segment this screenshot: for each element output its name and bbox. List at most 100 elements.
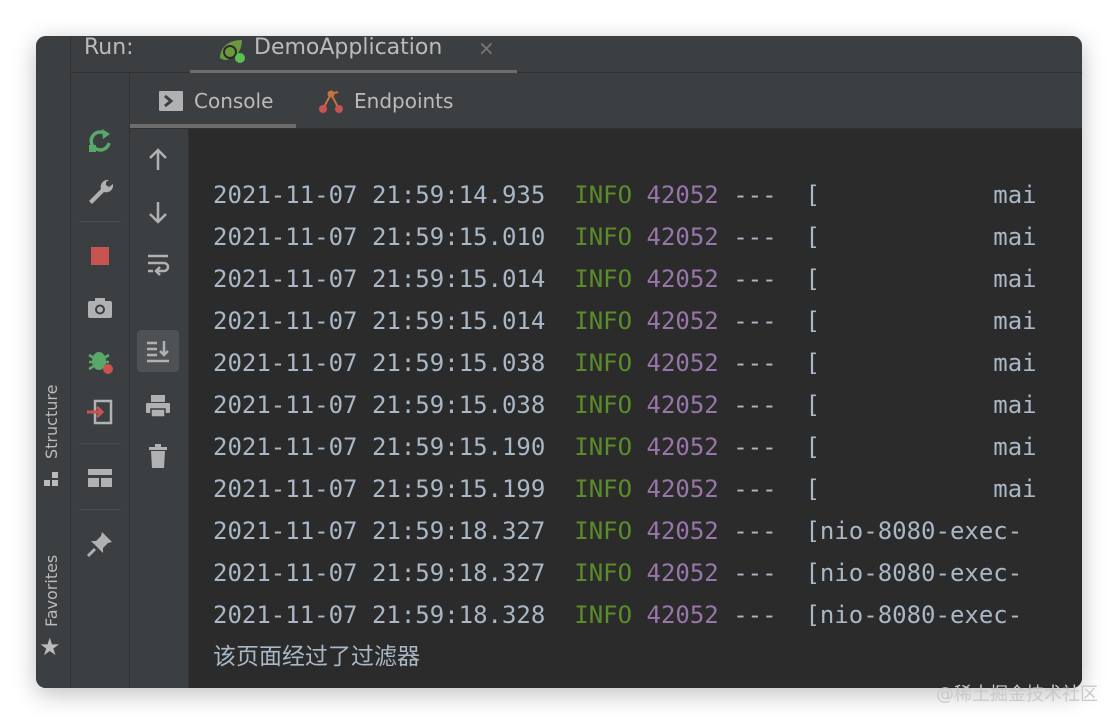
log-thread: --- [ mai bbox=[718, 265, 1037, 293]
restore-layout-button[interactable] bbox=[81, 459, 119, 497]
favorites-tool-tab[interactable]: Favorites ★ bbox=[36, 531, 70, 671]
log-timestamp: 2021-11-07 21:59:15.014 bbox=[213, 265, 546, 293]
ide-run-window: Structure Favorites ★ Run: DemoApplicati… bbox=[36, 36, 1082, 688]
scroll-to-end-button[interactable] bbox=[137, 330, 179, 372]
tab-endpoints-label: Endpoints bbox=[354, 88, 454, 113]
log-level: INFO bbox=[574, 181, 633, 209]
log-thread: --- [ mai bbox=[718, 349, 1037, 377]
log-line: 2021-11-07 21:59:15.190 INFO 42052 --- [… bbox=[213, 426, 1037, 468]
rerun-icon bbox=[89, 129, 111, 152]
favorites-tab-label: Favorites bbox=[42, 554, 61, 627]
log-level: INFO bbox=[574, 517, 633, 545]
console-plain-output: 该页面经过了过滤器 bbox=[213, 644, 420, 670]
structure-tool-tab[interactable]: Structure bbox=[36, 361, 70, 521]
log-timestamp: 2021-11-07 21:59:15.190 bbox=[213, 433, 546, 461]
dump-threads-button[interactable] bbox=[81, 289, 119, 327]
log-timestamp: 2021-11-07 21:59:18.328 bbox=[213, 601, 546, 629]
log-level: INFO bbox=[574, 307, 633, 335]
arrow-up-icon bbox=[149, 148, 167, 170]
run-label: Run: bbox=[84, 36, 134, 60]
camera-icon bbox=[88, 298, 112, 318]
star-icon: ★ bbox=[39, 633, 61, 661]
run-actions-toolbar bbox=[71, 73, 130, 688]
log-thread: --- [nio-8080-exec- bbox=[718, 517, 1023, 545]
run-config-tab[interactable]: DemoApplication × bbox=[190, 36, 517, 74]
log-line: 2021-11-07 21:59:15.038 INFO 42052 --- [… bbox=[213, 342, 1037, 384]
log-pid: 42052 bbox=[646, 517, 719, 545]
scroll-to-end-icon bbox=[147, 341, 169, 363]
log-pid: 42052 bbox=[646, 307, 719, 335]
tab-console[interactable]: Console bbox=[130, 73, 296, 128]
log-pid: 42052 bbox=[646, 391, 719, 419]
exit-button[interactable] bbox=[81, 393, 119, 431]
log-timestamp: 2021-11-07 21:59:15.014 bbox=[213, 307, 546, 335]
stop-icon bbox=[91, 247, 109, 265]
log-timestamp: 2021-11-07 21:59:18.327 bbox=[213, 517, 546, 545]
log-line: 2021-11-07 21:59:18.327 INFO 42052 --- [… bbox=[213, 552, 1022, 594]
pin-icon bbox=[86, 532, 112, 558]
side-tool-strip: Structure Favorites ★ bbox=[36, 36, 71, 688]
layout-icon bbox=[88, 469, 112, 487]
log-line: 2021-11-07 21:59:14.935 INFO 42052 --- [… bbox=[213, 174, 1037, 216]
log-thread: --- [ mai bbox=[718, 181, 1037, 209]
log-level: INFO bbox=[574, 475, 633, 503]
console-tab-active-indicator bbox=[130, 124, 296, 128]
spring-boot-icon bbox=[220, 40, 245, 63]
log-pid: 42052 bbox=[646, 559, 719, 587]
log-line: 2021-11-07 21:59:15.014 INFO 42052 --- [… bbox=[213, 258, 1037, 300]
log-timestamp: 2021-11-07 21:59:15.199 bbox=[213, 475, 546, 503]
log-timestamp: 2021-11-07 21:59:14.935 bbox=[213, 181, 546, 209]
log-thread: --- [ mai bbox=[718, 223, 1037, 251]
next-occurrence-button[interactable] bbox=[137, 191, 179, 233]
log-level: INFO bbox=[574, 223, 633, 251]
log-timestamp: 2021-11-07 21:59:15.010 bbox=[213, 223, 546, 251]
exit-icon bbox=[87, 399, 113, 425]
tab-endpoints[interactable]: Endpoints bbox=[318, 73, 518, 128]
log-pid: 42052 bbox=[646, 433, 719, 461]
log-level: INFO bbox=[574, 391, 633, 419]
close-icon[interactable]: × bbox=[478, 36, 495, 60]
log-line: 2021-11-07 21:59:15.199 INFO 42052 --- [… bbox=[213, 468, 1037, 510]
log-thread: --- [ mai bbox=[718, 433, 1037, 461]
structure-tab-label: Structure bbox=[42, 384, 61, 459]
log-pid: 42052 bbox=[646, 223, 719, 251]
log-line: 2021-11-07 21:59:15.038 INFO 42052 --- [… bbox=[213, 384, 1037, 426]
log-pid: 42052 bbox=[646, 265, 719, 293]
log-line: 2021-11-07 21:59:15.014 INFO 42052 --- [… bbox=[213, 300, 1037, 342]
log-thread: --- [ mai bbox=[718, 307, 1037, 335]
debug-bug-icon bbox=[88, 352, 113, 374]
pin-tab-button[interactable] bbox=[81, 525, 119, 563]
log-pid: 42052 bbox=[646, 475, 719, 503]
debug-button[interactable] bbox=[81, 341, 119, 379]
console-output[interactable]: 2021-11-07 21:59:14.935 INFO 42052 --- [… bbox=[189, 129, 1082, 688]
log-line: 2021-11-07 21:59:18.328 INFO 42052 --- [… bbox=[213, 594, 1022, 636]
console-tabs-bar: Console Endpoints bbox=[130, 73, 1082, 129]
rerun-button[interactable] bbox=[81, 121, 119, 159]
log-line: 2021-11-07 21:59:15.010 INFO 42052 --- [… bbox=[213, 216, 1037, 258]
stop-button[interactable] bbox=[81, 237, 119, 275]
run-header-bar: Run: DemoApplication × bbox=[71, 36, 1082, 74]
console-toolbar bbox=[130, 129, 189, 688]
previous-occurrence-button[interactable] bbox=[137, 139, 179, 181]
log-pid: 42052 bbox=[646, 601, 719, 629]
log-pid: 42052 bbox=[646, 181, 719, 209]
log-pid: 42052 bbox=[646, 349, 719, 377]
watermark: @稀土掘金技术社区 bbox=[936, 684, 1098, 705]
soft-wrap-button[interactable] bbox=[137, 243, 179, 285]
settings-button[interactable] bbox=[81, 172, 119, 210]
wrench-icon bbox=[89, 179, 114, 204]
log-level: INFO bbox=[574, 601, 633, 629]
log-level: INFO bbox=[574, 265, 633, 293]
clear-all-button[interactable] bbox=[137, 435, 179, 477]
log-level: INFO bbox=[574, 349, 633, 377]
log-timestamp: 2021-11-07 21:59:15.038 bbox=[213, 349, 546, 377]
print-button[interactable] bbox=[137, 385, 179, 427]
run-config-tab-label: DemoApplication bbox=[254, 36, 443, 60]
log-thread: --- [nio-8080-exec- bbox=[718, 601, 1023, 629]
arrow-down-icon bbox=[149, 202, 167, 224]
log-level: INFO bbox=[574, 433, 633, 461]
soft-wrap-icon bbox=[148, 254, 170, 276]
log-timestamp: 2021-11-07 21:59:15.038 bbox=[213, 391, 546, 419]
log-thread: --- [ mai bbox=[718, 391, 1037, 419]
toolbar-separator bbox=[79, 443, 121, 444]
